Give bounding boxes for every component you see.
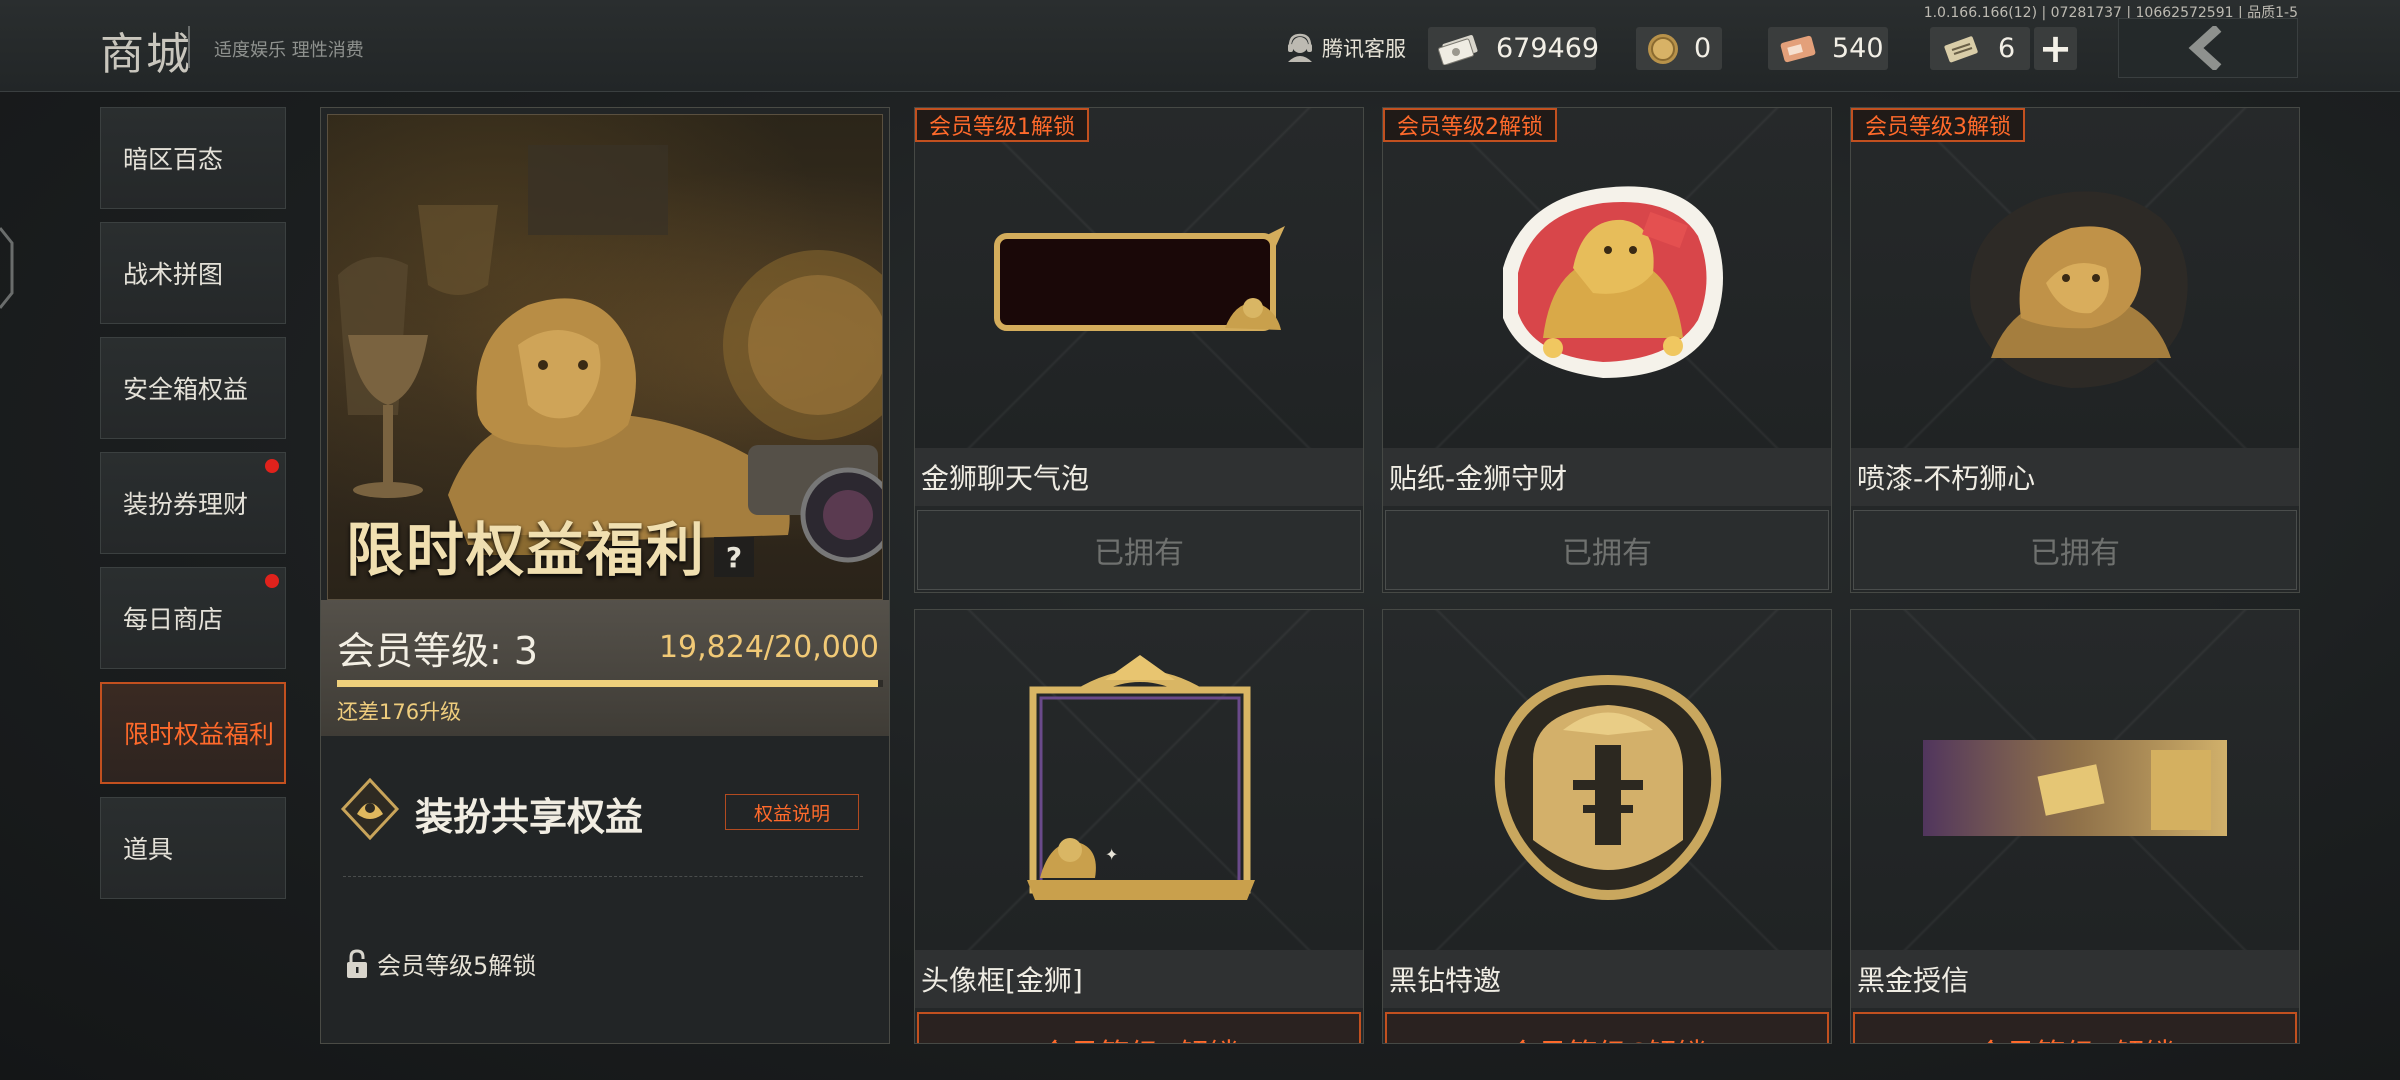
item-name: 黑钻特邀 [1383, 950, 1831, 1008]
cash-amount: 679469 [1496, 33, 1600, 64]
sidebar-item-label: 暗区百态 [123, 145, 224, 174]
item-image [915, 108, 1363, 448]
sidebar-item-label: 安全箱权益 [123, 375, 249, 404]
owned-button[interactable]: 已拥有 [1853, 510, 2297, 590]
owned-button[interactable]: 已拥有 [917, 510, 1361, 590]
unlock-level-badge: 会员等级3解锁 [1851, 108, 2025, 142]
customer-service-label: 腾讯客服 [1322, 37, 1406, 61]
sidebar-item-limited-benefits[interactable]: 限时权益福利 [100, 682, 286, 784]
gold-coin-icon [1646, 33, 1680, 65]
app-title: 商城 [100, 29, 192, 80]
sidebar-item-skin-finance[interactable]: 装扮券理财 [100, 452, 286, 554]
customer-service-button[interactable]: 腾讯客服 [1284, 32, 1406, 64]
item-image [1851, 108, 2299, 448]
helmet-emblem-icon [1494, 674, 1722, 901]
svg-text:✦: ✦ [1105, 845, 1118, 864]
level-up-hint: 还差176升级 [337, 700, 462, 724]
edge-tab-decoration [0, 227, 14, 309]
item-name: 黑金授信 [1851, 950, 2299, 1008]
currency-coin[interactable]: 0 [1636, 27, 1722, 70]
membership-level-box: 会员等级: 3 19,824/20,000 还差176升级 [321, 600, 889, 736]
item-name: 喷漆-不朽狮心 [1851, 448, 2299, 506]
locked-button[interactable]: 会员等级4解锁 [917, 1012, 1361, 1043]
ticket-icon [1778, 33, 1818, 65]
shared-rights-icon [340, 778, 400, 840]
item-name: 贴纸-金狮守财 [1383, 448, 1831, 506]
locked-benefit-row: 会员等级5解锁 [345, 946, 536, 981]
sidebar-item-label: 道具 [123, 835, 174, 864]
notification-dot [265, 459, 279, 473]
item-card[interactable]: 黑钻特邀 会员等级6解锁 [1382, 609, 1832, 1044]
owned-button[interactable]: 已拥有 [1385, 510, 1829, 590]
sidebar-item-dark-zone[interactable]: 暗区百态 [100, 107, 286, 209]
chat-bubble-icon [994, 226, 1285, 331]
black-gold-card-icon [1923, 740, 2227, 836]
feature-title: 限时权益福利 [346, 516, 707, 584]
item-name: 头像框[金狮] [915, 950, 1363, 1008]
sidebar-item-label: 装扮券理财 [123, 490, 249, 519]
unlock-level-badge: 会员等级2解锁 [1383, 108, 1557, 142]
item-card[interactable]: 会员等级1解锁 金狮聊天气泡 已拥有 [914, 107, 1364, 593]
add-currency-button[interactable]: + [2034, 27, 2077, 70]
title-divider [188, 26, 190, 68]
membership-level: 会员等级: 3 [337, 629, 539, 673]
level-progress-bar [337, 680, 883, 687]
lion-spray-icon [1969, 191, 2188, 388]
rights-explanation-button[interactable]: 权益说明 [725, 794, 859, 830]
ticket-amount: 540 [1832, 33, 1884, 64]
item-image [1383, 108, 1831, 448]
sidebar-item-safebox-rights[interactable]: 安全箱权益 [100, 337, 286, 439]
item-card[interactable]: 会员等级3解锁 喷漆-不朽狮心 已拥有 [1850, 107, 2300, 593]
app-slogan: 适度娱乐 理性消费 [214, 40, 364, 61]
currency-cash[interactable]: 679469 [1428, 27, 1600, 70]
coin-amount: 0 [1694, 33, 1712, 64]
shared-rights-title: 装扮共享权益 [415, 795, 644, 839]
sidebar-item-tactical-puzzle[interactable]: 战术拼图 [100, 222, 286, 324]
item-card[interactable]: ✦ 头像框[金狮] 会员等级4解锁 [914, 609, 1364, 1044]
headset-icon [1288, 33, 1312, 62]
golden-lion-banner: 限时权益福利 ? [327, 114, 883, 600]
locked-button[interactable]: 会员等级7解锁 [1853, 1012, 2297, 1043]
lion-sticker-icon [1503, 186, 1723, 378]
voucher-icon [1940, 33, 1984, 65]
top-bar: 商城 适度娱乐 理性消费 1.0.166.166(12) | 07281737 … [0, 0, 2400, 92]
back-arrow-icon [2188, 26, 2222, 70]
sidebar-item-label: 每日商店 [123, 605, 224, 634]
item-image [1851, 610, 2299, 950]
item-image: ✦ [915, 610, 1363, 950]
item-card[interactable]: 会员等级2解锁 贴纸-金狮守财 已拥有 [1382, 107, 1832, 593]
lock-icon [347, 948, 367, 978]
feature-panel: 限时权益福利 ? 会员等级: 3 19,824/20,000 还差176升级 装… [320, 107, 890, 1044]
item-image [1383, 610, 1831, 950]
unlock-level-badge: 会员等级1解锁 [915, 108, 1089, 142]
cash-icon [1438, 33, 1482, 65]
lock-text: 会员等级5解锁 [377, 952, 537, 980]
sidebar-item-daily-shop[interactable]: 每日商店 [100, 567, 286, 669]
sidebar-item-props[interactable]: 道具 [100, 797, 286, 899]
item-card[interactable]: 黑金授信 会员等级7解锁 [1850, 609, 2300, 1044]
currency-voucher[interactable]: 6 [1930, 27, 2030, 70]
level-progress-text: 19,824/20,000 [658, 630, 879, 665]
sidebar-item-label: 限时权益福利 [124, 720, 275, 749]
currency-ticket[interactable]: 540 [1768, 27, 1888, 70]
level-progress-fill [337, 680, 879, 687]
back-button[interactable] [2118, 18, 2298, 78]
avatar-frame-icon: ✦ [1027, 655, 1255, 900]
locked-button[interactable]: 会员等级6解锁 [1385, 1012, 1829, 1043]
sidebar-item-label: 战术拼图 [123, 260, 224, 289]
notification-dot [265, 574, 279, 588]
item-name: 金狮聊天气泡 [915, 448, 1363, 506]
help-button[interactable]: ? [714, 537, 754, 577]
divider [343, 876, 863, 877]
voucher-amount: 6 [1998, 33, 2016, 64]
